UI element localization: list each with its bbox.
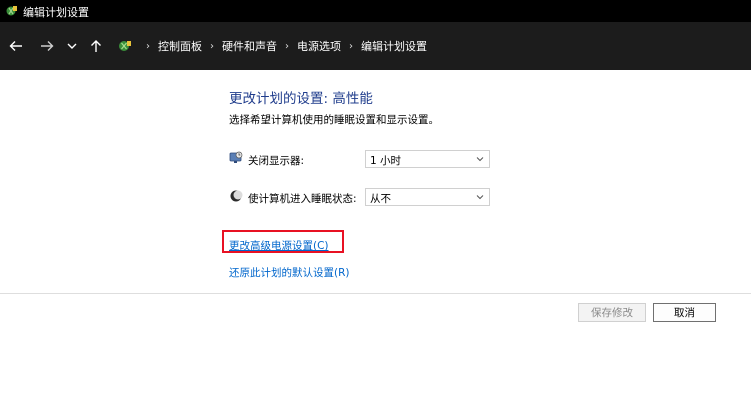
put-computer-to-sleep-select[interactable]: 从不 — [365, 188, 490, 206]
breadcrumb-power-options[interactable]: 电源选项 — [297, 38, 341, 54]
back-arrow-icon — [9, 41, 22, 51]
put-computer-to-sleep-label: 使计算机进入睡眠状态: — [248, 193, 357, 205]
power-options-icon — [6, 6, 17, 16]
sleep-moon-icon — [230, 190, 243, 202]
breadcrumb-control-panel[interactable]: 控制面板 — [158, 38, 202, 54]
chevron-down-icon — [476, 195, 484, 200]
breadcrumb-hardware-and-sound[interactable]: 硬件和声音 — [222, 38, 277, 54]
page-subtitle: 选择希望计算机使用的睡眠设置和显示设置。 — [229, 114, 439, 126]
breadcrumb-separator: › — [210, 40, 214, 52]
restore-default-settings-link[interactable]: 还原此计划的默认设置(R) — [229, 265, 350, 280]
put-computer-to-sleep-value: 从不 — [370, 193, 391, 205]
footer-divider — [0, 293, 751, 294]
up-arrow-icon — [91, 40, 101, 52]
breadcrumb: › 控制面板 › 硬件和声音 › 电源选项 › 编辑计划设置 — [118, 38, 427, 54]
recent-locations-chevron-icon — [67, 43, 77, 49]
window-title: 编辑计划设置 — [23, 6, 89, 19]
title-bar: 编辑计划设置 — [0, 0, 751, 22]
forward-arrow-icon — [41, 41, 54, 51]
recent-locations-button[interactable] — [62, 36, 82, 56]
change-advanced-power-settings-link[interactable]: 更改高级电源设置(C) — [229, 238, 329, 253]
control-panel-icon — [119, 41, 131, 51]
monitor-icon — [229, 151, 243, 163]
turn-off-display-value: 1 小时 — [370, 155, 402, 167]
chevron-down-icon — [476, 157, 484, 162]
turn-off-display-select[interactable]: 1 小时 — [365, 150, 490, 168]
breadcrumb-separator: › — [285, 40, 289, 52]
cancel-button[interactable]: 取消 — [653, 303, 716, 322]
save-changes-button[interactable]: 保存修改 — [578, 303, 646, 322]
page-title: 更改计划的设置: 高性能 — [229, 91, 373, 107]
breadcrumb-separator: › — [146, 40, 150, 52]
breadcrumb-edit-plan-settings[interactable]: 编辑计划设置 — [361, 38, 427, 54]
main-content: 更改计划的设置: 高性能 选择希望计算机使用的睡眠设置和显示设置。 关闭显示器:… — [0, 70, 751, 399]
turn-off-display-label: 关闭显示器: — [248, 155, 305, 167]
breadcrumb-separator: › — [349, 40, 353, 52]
forward-button[interactable] — [37, 36, 57, 56]
back-button[interactable] — [6, 36, 26, 56]
navigation-bar: › 控制面板 › 硬件和声音 › 电源选项 › 编辑计划设置 — [0, 22, 751, 70]
up-button[interactable] — [86, 36, 106, 56]
